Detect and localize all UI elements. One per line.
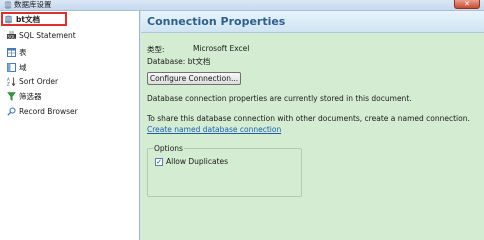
sidebar-item-label: SQL Statement: [19, 31, 76, 40]
connection-properties-panel: Connection Properties 类型: Microsoft Exce…: [141, 11, 484, 240]
sidebar-item-database[interactable]: bt文档: [1, 12, 67, 26]
type-row: 类型: Microsoft Excel: [147, 44, 249, 55]
stored-info-text: Database connection properties are curre…: [147, 94, 412, 103]
sidebar-item-label: 表: [19, 48, 27, 57]
sidebar-item-label: 筛选器: [19, 92, 42, 101]
field-icon: [7, 63, 16, 72]
options-legend: Options: [153, 144, 184, 153]
sql-icon: SQL: [7, 31, 16, 40]
type-label: 类型:: [147, 45, 165, 54]
panel-header: Connection Properties: [141, 11, 484, 33]
allow-duplicates-label[interactable]: Allow Duplicates: [166, 157, 228, 166]
sort-icon: A Z: [7, 77, 16, 87]
sidebar-item-label: Sort Order: [19, 77, 59, 86]
sidebar-item-table[interactable]: 表: [7, 47, 27, 58]
share-info-text: To share this database connection with o…: [147, 114, 470, 123]
database-icon: [4, 1, 12, 9]
sidebar-item-sort-order[interactable]: A Z Sort Order: [7, 76, 58, 87]
configure-connection-button[interactable]: Configure Connection...: [147, 72, 241, 85]
sidebar-item-record-browser[interactable]: Record Browser: [7, 106, 78, 117]
close-icon: ✕: [464, 0, 470, 8]
window-title: 数据库设置: [14, 0, 52, 9]
close-button[interactable]: ✕: [454, 0, 480, 9]
create-named-connection-link[interactable]: Create named database connection: [147, 125, 281, 134]
database-line: Database: bt文档: [147, 57, 211, 66]
sidebar-item-label: Record Browser: [19, 107, 78, 116]
sidebar-item-label: bt文档: [16, 14, 40, 24]
search-icon: [7, 107, 16, 116]
allow-duplicates-checkbox[interactable]: ✓: [155, 158, 163, 166]
filter-icon: [7, 92, 16, 101]
options-group: Options ✓ Allow Duplicates: [147, 144, 302, 197]
database-icon: [4, 15, 13, 24]
title-bar: 数据库设置 ✕: [0, 0, 484, 11]
database-settings-window: 数据库设置 ✕ bt文档 SQL SQL Statement 表 域 A Z S…: [0, 0, 484, 240]
table-icon: [7, 48, 16, 57]
svg-text:Z: Z: [7, 82, 10, 87]
sidebar-item-field[interactable]: 域: [7, 62, 27, 73]
sidebar-item-filter[interactable]: 筛选器: [7, 91, 42, 102]
page-title: Connection Properties: [147, 15, 286, 28]
type-value: Microsoft Excel: [193, 44, 250, 53]
check-icon: ✓: [156, 158, 162, 166]
sidebar: bt文档 SQL SQL Statement 表 域 A Z Sort Orde…: [0, 11, 140, 240]
sidebar-item-sql-statement[interactable]: SQL SQL Statement: [7, 30, 76, 41]
svg-text:SQL: SQL: [8, 34, 17, 39]
sidebar-item-label: 域: [19, 63, 27, 72]
